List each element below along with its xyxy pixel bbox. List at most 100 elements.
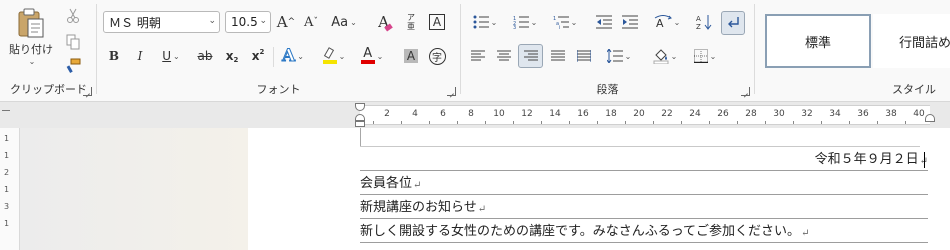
sort-button[interactable]: AZ (693, 11, 715, 33)
subject-text: 新規講座のお知らせ (360, 200, 477, 215)
vertical-ruler-number: 1 (4, 151, 10, 160)
paragraph-return-mark: ↵ (477, 204, 487, 215)
chevron-down-icon: ⌄ (570, 17, 578, 27)
font-color-glyph: A (363, 46, 373, 61)
left-indent-marker[interactable] (355, 121, 365, 127)
date-line[interactable]: 令和５年９月２日↵ (360, 147, 928, 171)
shading-button[interactable]: ⌄ (647, 45, 683, 67)
paragraph-dialog-launcher[interactable] (741, 87, 750, 96)
horizontal-ruler[interactable]: 2 4 6 8 10 12 14 16 18 20 22 24 26 28 30 32 34 36 38 40 (360, 105, 930, 125)
distributed-button[interactable] (573, 45, 595, 67)
align-left-button[interactable] (467, 45, 489, 67)
clipboard-dialog-launcher[interactable] (83, 87, 92, 96)
chevron-down-icon: ⌄ (673, 17, 681, 27)
highlight-button[interactable]: ⌄ (317, 45, 351, 67)
paste-icon (18, 8, 44, 37)
bullets-button[interactable]: ⌄ (467, 11, 503, 33)
numbering-button[interactable]: 123 ⌄ (507, 11, 543, 33)
chevron-down-icon: ⌄ (173, 51, 180, 61)
vertical-ruler-number: 1 (4, 185, 10, 194)
grow-font-icon: ^ (287, 17, 296, 27)
document-page[interactable]: 令和５年９月２日↵ 会員各位↵ 新規講座のお知らせ↵ 新しく開設する女性のための… (248, 128, 950, 250)
paste-dropdown-icon[interactable]: ⌄ (29, 57, 36, 66)
grow-font-glyph: A (276, 13, 288, 31)
chevron-down-icon: ⌄ (208, 16, 216, 26)
italic-button[interactable]: I (129, 45, 151, 67)
phonetic-guide-button[interactable]: ア亜 (400, 11, 422, 33)
align-center-icon (497, 50, 511, 61)
font-name-combo[interactable]: ＭＳ 明朝 ⌄ (103, 11, 220, 33)
styles-group: 標準 行間詰め スタイル (755, 0, 950, 102)
subject-line[interactable]: 新規講座のお知らせ ↵ (360, 195, 928, 219)
paragraph-return-mark: ↵ (801, 228, 810, 239)
chevron-down-icon: ⌄ (624, 51, 632, 61)
ruler-number: 34 (829, 109, 841, 119)
underline-button[interactable]: U ⌄ (155, 45, 187, 67)
font-dialog-launcher[interactable] (447, 87, 456, 96)
paragraph-return-mark: ↵ (413, 180, 422, 191)
shrink-font-icon: ˇ (313, 17, 318, 27)
line-spacing-button[interactable]: ⌄ (601, 45, 637, 67)
ruler-number: 8 (468, 109, 474, 119)
ruler-tick (625, 121, 626, 124)
cut-button[interactable] (62, 6, 84, 26)
change-case-button[interactable]: Aa ⌄ (328, 11, 360, 33)
multilevel-list-icon: 1ai (553, 16, 569, 29)
character-border-button[interactable]: A (426, 11, 448, 33)
shrink-font-button[interactable]: Aˇ (300, 11, 322, 33)
multilevel-list-button[interactable]: 1ai ⌄ (547, 11, 583, 33)
svg-text:Z: Z (696, 23, 701, 30)
paste-button[interactable]: 貼り付け ⌄ (8, 6, 54, 66)
vertical-ruler-number: 1 (4, 219, 10, 228)
paragraph-group-label: 段落 (596, 83, 619, 96)
ruler-number: 14 (549, 109, 561, 119)
enclose-characters-button[interactable]: 字 (426, 45, 448, 67)
decrease-indent-button[interactable] (593, 11, 615, 33)
text-effects-button[interactable]: A ⌄ (277, 45, 309, 67)
recipient-line[interactable]: 会員各位 ↵ (360, 171, 928, 195)
bold-button[interactable]: B (103, 45, 125, 67)
superscript-button[interactable]: x2 (247, 45, 269, 67)
ruler-tick (569, 121, 570, 124)
line-spacing-icon (606, 49, 623, 63)
subscript-button[interactable]: x2 (221, 45, 243, 67)
right-indent-marker[interactable] (925, 114, 935, 122)
align-right-button[interactable] (518, 44, 543, 68)
justify-button[interactable] (547, 45, 569, 67)
numbering-icon: 123 (513, 16, 529, 29)
ruler-number: 32 (801, 109, 813, 119)
hanging-indent-marker[interactable] (355, 114, 365, 121)
ruler-number: 16 (577, 109, 589, 119)
ruler-corner (2, 110, 10, 111)
show-formatting-marks-button[interactable] (721, 11, 745, 35)
ribbon: 貼り付け ⌄ クリップボード ＭＳ 明朝 ⌄ 10.5 ⌄ A ^ Aˇ Aa ⌄ … (0, 0, 950, 102)
scissors-icon (67, 8, 79, 23)
font-color-button[interactable]: A ⌄ (355, 45, 389, 67)
ruler-tick (401, 121, 402, 124)
copy-button[interactable] (62, 32, 84, 52)
body-line[interactable]: 新しく開設する女性のための講座です。みなさんふるってご参加ください。 ↵ (360, 219, 928, 243)
style-no-spacing[interactable]: 行間詰め (873, 14, 950, 68)
align-center-button[interactable] (493, 45, 515, 67)
body-text: 新しく開設する女性のための講座です。みなさんふるってご参加ください。 (360, 224, 801, 239)
vertical-ruler[interactable]: 1 1 2 1 3 1 (0, 128, 20, 250)
font-size-value: 10.5 (231, 15, 258, 29)
ruler-tick (653, 121, 654, 124)
ruler-number: 26 (717, 109, 729, 119)
clear-formatting-button[interactable]: A (374, 11, 396, 33)
ruler-tick (541, 121, 542, 124)
font-size-combo[interactable]: 10.5 ⌄ (225, 11, 271, 33)
borders-button[interactable]: ⌄ (687, 45, 723, 67)
svg-text:i: i (559, 25, 560, 29)
strikethrough-button[interactable]: ab (193, 45, 217, 67)
increase-indent-button[interactable] (619, 11, 641, 33)
ruler-tick (849, 121, 850, 124)
page-margin-area (20, 128, 248, 250)
style-normal[interactable]: 標準 (765, 14, 871, 68)
grow-font-button[interactable]: A ^ (275, 11, 297, 33)
character-shading-button[interactable]: A (400, 45, 422, 67)
ruler-tick (765, 121, 766, 124)
format-painter-button[interactable] (62, 56, 84, 76)
svg-text:3: 3 (513, 25, 516, 29)
text-direction-button[interactable]: A ⌄ (649, 11, 685, 33)
